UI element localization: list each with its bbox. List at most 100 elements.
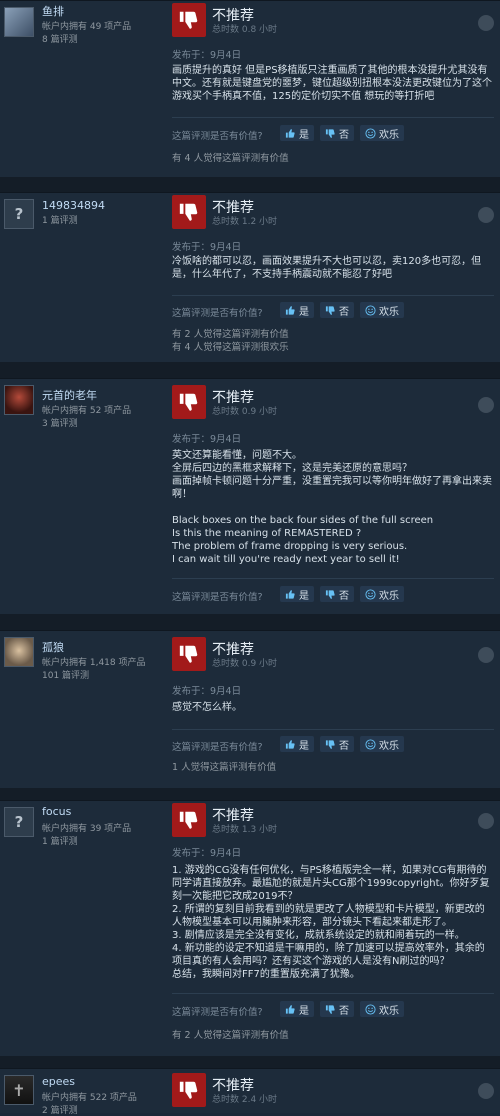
thumbs-down-icon	[325, 739, 335, 749]
author-product-count: 帐户内拥有 49 项产品	[42, 22, 132, 32]
steam-icon	[478, 813, 494, 829]
vote-no-button[interactable]: 否	[320, 1001, 354, 1017]
thumbs-down-icon	[172, 803, 206, 837]
smiley-icon	[365, 1003, 376, 1015]
posted-date: 发布于：9月4日	[172, 242, 242, 253]
no-label: 否	[339, 306, 349, 318]
yes-label: 是	[299, 129, 309, 141]
posted-date: 发布于：9月4日	[172, 434, 242, 445]
vote-funny-button[interactable]: 欢乐	[360, 125, 404, 141]
vote-funny-button[interactable]: 欢乐	[360, 302, 404, 318]
divider	[172, 295, 494, 296]
smiley-icon	[365, 738, 376, 750]
steam-icon	[478, 647, 494, 663]
yes-label: 是	[299, 740, 309, 752]
review-body: 感觉不怎么样。	[172, 702, 242, 713]
playtime: 总时数 0.9 小时	[212, 659, 278, 669]
helpful-count: 有 2 人觉得这篇评测有价值	[172, 329, 289, 340]
no-label: 否	[339, 1005, 349, 1017]
author-review-count[interactable]: 1 篇评测	[42, 213, 78, 226]
vote-yes-button[interactable]: 是	[280, 125, 314, 141]
author-name[interactable]: 孤狼	[42, 639, 64, 655]
vote-funny-button[interactable]: 欢乐	[360, 736, 404, 752]
vote-yes-button[interactable]: 是	[280, 1001, 314, 1017]
review-separator	[0, 1056, 500, 1068]
thumbs-down-icon	[325, 128, 335, 138]
thumbs-down-icon	[172, 637, 206, 671]
helpful-prompt: 这篇评测是否有价值?	[172, 742, 263, 753]
funny-count: 有 4 人觉得这篇评测很欢乐	[172, 342, 289, 353]
vote-no-button[interactable]: 否	[320, 736, 354, 752]
thumbs-up-icon	[285, 128, 295, 138]
author-name[interactable]: 元首的老年	[42, 387, 97, 403]
author-product-count: 帐户内拥有 39 项产品	[42, 824, 132, 834]
vote-funny-button[interactable]: 欢乐	[360, 1001, 404, 1017]
thumbs-down-icon	[325, 1004, 335, 1014]
helpful-prompt: 这篇评测是否有价值?	[172, 592, 263, 603]
helpful-prompt: 这篇评测是否有价值?	[172, 1007, 263, 1018]
yes-label: 是	[299, 590, 309, 602]
playtime: 总时数 2.4 小时	[212, 1095, 278, 1105]
divider	[172, 578, 494, 579]
review-separator	[0, 362, 500, 378]
vote-yes-button[interactable]: 是	[280, 586, 314, 602]
thumbs-down-icon	[172, 385, 206, 419]
review-card: 鱼排 帐户内拥有 49 项产品 8 篇评测 不推荐 总时数 0.8 小时 发布于…	[0, 0, 500, 178]
author-name[interactable]: epees	[42, 1075, 75, 1088]
review-body: 1. 游戏的CG没有任何优化，与PS移植版完全一样，如果对CG有期待的同学请直接…	[172, 865, 490, 980]
review-card: ✝ epees 帐户内拥有 522 项产品 2 篇评测 不推荐 总时数 2.4 …	[0, 1068, 500, 1116]
avatar[interactable]	[4, 637, 34, 667]
vote-yes-button[interactable]: 是	[280, 736, 314, 752]
steam-icon	[478, 1083, 494, 1099]
review-separator	[0, 788, 500, 800]
avatar[interactable]	[4, 7, 34, 37]
playtime: 总时数 1.2 小时	[212, 217, 278, 227]
author-name[interactable]: 鱼排	[42, 3, 64, 19]
author-product-count: 帐户内拥有 1,418 项产品	[42, 658, 146, 668]
no-label: 否	[339, 740, 349, 752]
vote-no-button[interactable]: 否	[320, 586, 354, 602]
thumbs-down-icon	[325, 589, 335, 599]
review-card: 元首的老年 帐户内拥有 52 项产品 3 篇评测 不推荐 总时数 0.9 小时 …	[0, 378, 500, 615]
funny-label: 欢乐	[379, 129, 399, 141]
playtime: 总时数 0.8 小时	[212, 25, 278, 35]
review-body: 英文还算能看懂，问题不大。 全屏后四边的黑框求解释下，这是完美还原的意思吗？ 画…	[172, 450, 492, 565]
author-review-count[interactable]: 1 篇评测	[42, 834, 78, 847]
avatar[interactable]	[4, 385, 34, 415]
review-body: 画质提升的真好 但是PS移植版只注重画质了其他的根本没提升尤其没有中文。还有就是…	[172, 65, 492, 102]
funny-label: 欢乐	[379, 590, 399, 602]
review-card: ? focus 帐户内拥有 39 项产品 1 篇评测 不推荐 总时数 1.3 小…	[0, 800, 500, 1057]
default-avatar-icon[interactable]: ?	[4, 807, 34, 837]
posted-date: 发布于：9月4日	[172, 848, 242, 859]
review-body: 冷饭啥的都可以忍，画面效果提升不大也可以忍，卖120多也可忍，但是，什么年代了，…	[172, 256, 482, 280]
playtime: 总时数 0.9 小时	[212, 407, 278, 417]
vote-funny-button[interactable]: 欢乐	[360, 586, 404, 602]
author-review-count[interactable]: 8 篇评测	[42, 32, 78, 45]
author-review-count[interactable]: 2 篇评测	[42, 1103, 78, 1116]
yes-label: 是	[299, 1005, 309, 1017]
vote-no-button[interactable]: 否	[320, 125, 354, 141]
steam-icon	[478, 207, 494, 223]
helpful-count: 1 人觉得这篇评测有价值	[172, 762, 277, 773]
thumbs-up-icon	[285, 589, 295, 599]
review-card: ? 149834894 1 篇评测 不推荐 总时数 1.2 小时 发布于：9月4…	[0, 192, 500, 363]
thumbs-down-icon	[325, 305, 335, 315]
funny-label: 欢乐	[379, 306, 399, 318]
vote-no-button[interactable]: 否	[320, 302, 354, 318]
divider	[172, 729, 494, 730]
author-name[interactable]: 149834894	[42, 199, 105, 212]
no-label: 否	[339, 590, 349, 602]
yes-label: 是	[299, 306, 309, 318]
review-separator	[0, 177, 500, 192]
default-avatar-icon[interactable]: ?	[4, 199, 34, 229]
helpful-prompt: 这篇评测是否有价值?	[172, 131, 263, 142]
smiley-icon	[365, 127, 376, 139]
author-review-count[interactable]: 101 篇评测	[42, 668, 89, 681]
avatar[interactable]: ✝	[4, 1075, 34, 1105]
helpful-count: 有 4 人觉得这篇评测有价值	[172, 153, 289, 164]
posted-date: 发布于：9月4日	[172, 686, 242, 697]
vote-yes-button[interactable]: 是	[280, 302, 314, 318]
author-review-count[interactable]: 3 篇评测	[42, 416, 78, 429]
helpful-count: 有 2 人觉得这篇评测有价值	[172, 1030, 289, 1041]
author-name[interactable]: focus	[42, 805, 71, 818]
